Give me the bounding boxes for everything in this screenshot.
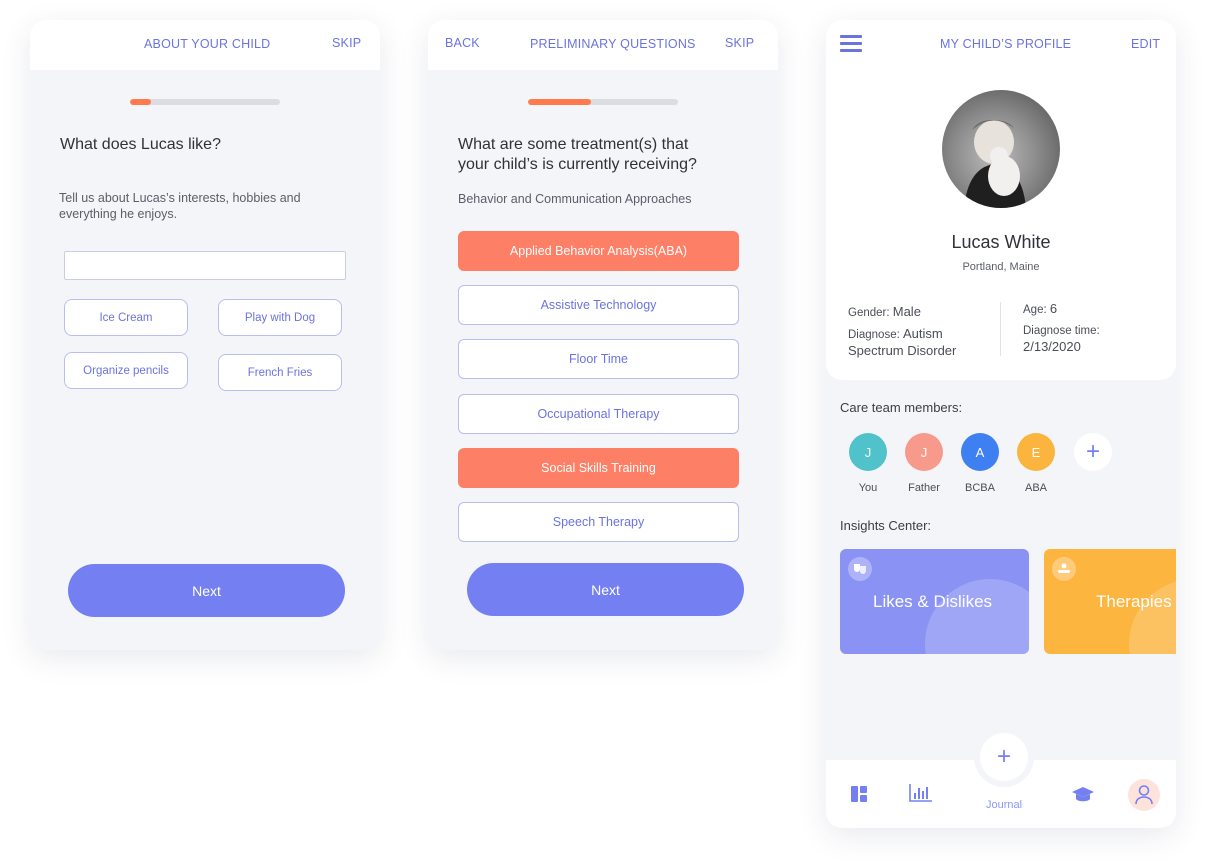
chip-french-fries[interactable]: French Fries xyxy=(218,354,342,391)
about-your-child-screen: ABOUT YOUR CHILD SKIP What does Lucas li… xyxy=(30,20,380,650)
next-button[interactable]: Next xyxy=(68,564,345,617)
header-bar: ABOUT YOUR CHILD SKIP xyxy=(30,20,380,70)
question-title: What are some treatment(s) that your chi… xyxy=(458,135,697,175)
profile-nav-icon[interactable] xyxy=(1128,779,1160,811)
diagnose-label: Diagnose: xyxy=(848,329,903,341)
option-assistive-technology[interactable]: Assistive Technology xyxy=(458,285,739,325)
question-subtitle: Tell us about Lucas’s interests, hobbies… xyxy=(59,190,301,222)
journal-label: Journal xyxy=(985,799,1023,811)
edit-button[interactable]: EDIT xyxy=(1131,37,1160,51)
diagnose-value-line2: Spectrum Disorder xyxy=(848,343,957,358)
option-floor-time[interactable]: Floor Time xyxy=(458,339,739,379)
member-name: Father xyxy=(908,482,940,494)
graduation-cap-icon[interactable] xyxy=(1071,786,1095,809)
diagnose-time-value: 2/13/2020 xyxy=(1023,339,1081,354)
diagnose-time-label: Diagnose time: xyxy=(1023,325,1100,337)
back-button[interactable]: BACK xyxy=(445,36,480,50)
member-name: ABA xyxy=(1024,482,1047,494)
gender-info: Gender: Male xyxy=(848,304,921,321)
diagnose-info: Diagnose: Autism Spectrum Disorder xyxy=(848,326,956,360)
progress-bar xyxy=(130,99,280,105)
question-line: your child’s is currently receiving? xyxy=(458,156,697,173)
member-bcba[interactable]: A BCBA xyxy=(961,433,999,494)
preliminary-questions-screen: BACK PRELIMINARY QUESTIONS SKIP What are… xyxy=(428,20,778,650)
progress-bar xyxy=(528,99,678,105)
page-title: ABOUT YOUR CHILD xyxy=(144,37,271,51)
insights-title: Insights Center: xyxy=(840,518,932,533)
header-bar: BACK PRELIMINARY QUESTIONS SKIP xyxy=(428,20,778,70)
child-location: Portland, Maine xyxy=(962,261,1040,273)
member-avatar: A xyxy=(961,433,999,471)
option-occupational-therapy[interactable]: Occupational Therapy xyxy=(458,394,739,434)
progress-fill xyxy=(528,99,591,105)
interests-input[interactable] xyxy=(64,251,346,280)
dashboard-icon[interactable] xyxy=(851,786,867,807)
chip-ice-cream[interactable]: Ice Cream xyxy=(64,299,188,336)
page-title: MY CHILD’S PROFILE xyxy=(940,37,1072,51)
subtitle-line: Tell us about Lucas’s interests, hobbies… xyxy=(59,191,301,205)
diagnose-value: Autism xyxy=(902,326,943,341)
child-profile-screen: MY CHILD’S PROFILE EDIT Lucas White Port… xyxy=(826,20,1176,828)
therapist-icon xyxy=(1052,557,1076,581)
option-applied-behavior-analysis[interactable]: Applied Behavior Analysis(ABA) xyxy=(458,231,739,271)
profile-card: MY CHILD’S PROFILE EDIT Lucas White Port… xyxy=(826,20,1176,380)
insight-label: Likes & Dislikes xyxy=(873,592,993,611)
age-label: Age: xyxy=(1023,304,1050,316)
option-social-skills-training[interactable]: Social Skills Training xyxy=(458,448,739,488)
insight-card-likes-dislikes[interactable]: Likes & Dislikes xyxy=(840,549,1029,654)
chip-organize-pencils[interactable]: Organize pencils xyxy=(64,352,188,389)
hamburger-icon[interactable] xyxy=(840,35,862,52)
member-avatar: J xyxy=(849,433,887,471)
insight-card-therapies[interactable]: Therapies xyxy=(1044,549,1176,654)
skip-button[interactable]: SKIP xyxy=(332,36,361,50)
add-member-button[interactable]: + xyxy=(1074,433,1112,471)
child-name: Lucas White xyxy=(951,232,1051,252)
care-team-title: Care team members: xyxy=(840,400,963,415)
child-photo xyxy=(942,90,1060,208)
mask-icon xyxy=(848,557,872,581)
member-aba[interactable]: E ABA xyxy=(1017,433,1055,494)
age-info: Age: 6 xyxy=(1023,301,1057,318)
child-silhouette-image xyxy=(964,120,1026,208)
gender-value: Male xyxy=(892,304,921,319)
progress-fill xyxy=(130,99,151,105)
gender-label: Gender: xyxy=(848,307,893,319)
member-avatar: E xyxy=(1017,433,1055,471)
age-value: 6 xyxy=(1049,301,1058,316)
option-speech-therapy[interactable]: Speech Therapy xyxy=(458,502,739,542)
page-title: PRELIMINARY QUESTIONS xyxy=(530,37,696,51)
member-name: You xyxy=(858,482,878,494)
member-father[interactable]: J Father xyxy=(905,433,943,494)
question-title: What does Lucas like? xyxy=(60,136,221,153)
question-subtitle: Behavior and Communication Approaches xyxy=(458,192,692,206)
member-avatar: J xyxy=(905,433,943,471)
member-you[interactable]: J You xyxy=(849,433,887,494)
journal-add-button[interactable]: + xyxy=(980,733,1028,781)
member-name: BCBA xyxy=(965,482,995,494)
question-line: What are some treatment(s) that xyxy=(458,136,689,153)
skip-button[interactable]: SKIP xyxy=(725,36,754,50)
info-divider xyxy=(1000,302,1001,356)
diagnose-time-info: Diagnose time: 2/13/2020 xyxy=(1023,323,1100,356)
next-button[interactable]: Next xyxy=(467,563,744,616)
chip-play-with-dog[interactable]: Play with Dog xyxy=(218,299,342,336)
subtitle-line: everything he enjoys. xyxy=(59,207,178,221)
insight-label: Therapies xyxy=(1096,592,1172,611)
chart-icon[interactable] xyxy=(909,784,932,807)
